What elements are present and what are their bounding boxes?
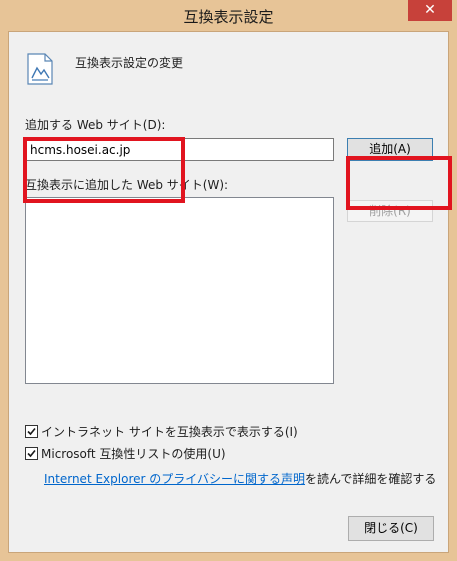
privacy-statement-link[interactable]: Internet Explorer のプライバシーに関する声明 [44, 472, 305, 486]
add-site-label: 追加する Web サイト(D): [25, 118, 166, 132]
intranet-option-label: イントラネット サイトを互換表示で表示する(I) [41, 425, 298, 439]
add-button[interactable]: 追加(A) [347, 138, 433, 161]
ms-compat-list-option[interactable]: Microsoft 互換性リストの使用(U) [25, 445, 226, 462]
close-button[interactable]: 閉じる(C) [348, 516, 434, 541]
ms-compat-list-checkbox[interactable] [25, 447, 38, 460]
header-title: 互換表示設定の変更 [75, 56, 184, 70]
intranet-checkbox[interactable] [25, 425, 38, 438]
add-site-input[interactable] [25, 138, 334, 161]
checkmark-icon [27, 449, 36, 458]
document-image-icon [27, 53, 53, 85]
remove-button[interactable]: 削除(R) [347, 200, 433, 222]
site-list-label: 互換表示に追加した Web サイト(W): [25, 178, 229, 192]
site-list[interactable] [25, 197, 334, 384]
checkmark-icon [27, 427, 36, 436]
window-title: 互換表示設定 [183, 8, 274, 26]
title-bar[interactable]: 互換表示設定 ✕ [0, 0, 457, 32]
privacy-statement-line: Internet Explorer のプライバシーに関する声明を読んで詳細を確認… [44, 470, 436, 487]
dialog-body: 互換表示設定の変更 追加する Web サイト(D): 追加(A) 互換表示に追加… [8, 31, 452, 553]
ms-compat-list-label: Microsoft 互換性リストの使用(U) [41, 447, 226, 461]
compat-view-dialog: 互換表示設定 ✕ 互換表示設定の変更 追加する Web サイト(D): 追加(A… [0, 0, 457, 561]
privacy-suffix-text: を読んで詳細を確認する [305, 472, 437, 486]
intranet-compat-option[interactable]: イントラネット サイトを互換表示で表示する(I) [25, 423, 298, 440]
window-close-button[interactable]: ✕ [408, 0, 452, 21]
